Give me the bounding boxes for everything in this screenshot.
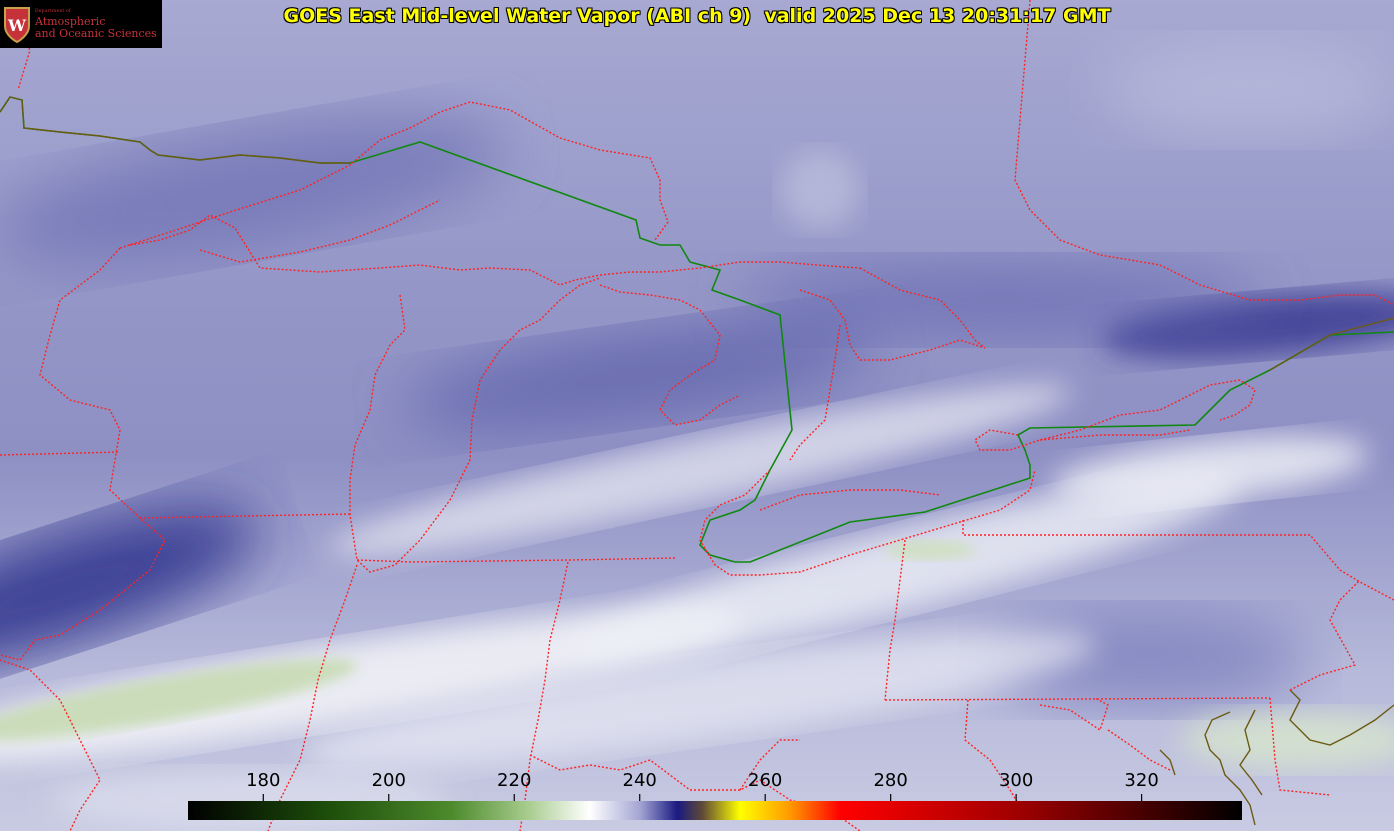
colorbar-tick-label: 260: [748, 770, 783, 791]
colorbar-gradient: [188, 801, 1242, 820]
colorbar: [188, 801, 1242, 820]
colorbar-tick-label: 280: [873, 770, 908, 791]
logo-line-2: and Oceanic Sciences: [35, 27, 157, 40]
colorbar-tick-label: 220: [497, 770, 532, 791]
water-vapor-map: [0, 0, 1394, 831]
colorbar-tick-label: 300: [998, 770, 1034, 791]
colorbar-tick-label: 320: [1124, 770, 1159, 791]
image-title: GOES East Mid-level Water Vapor (ABI ch …: [283, 5, 1111, 27]
colorbar-tick-label: 200: [371, 770, 406, 791]
colorbar-tick-label: 180: [246, 770, 281, 791]
colorbar-tick-label: 240: [622, 770, 657, 791]
